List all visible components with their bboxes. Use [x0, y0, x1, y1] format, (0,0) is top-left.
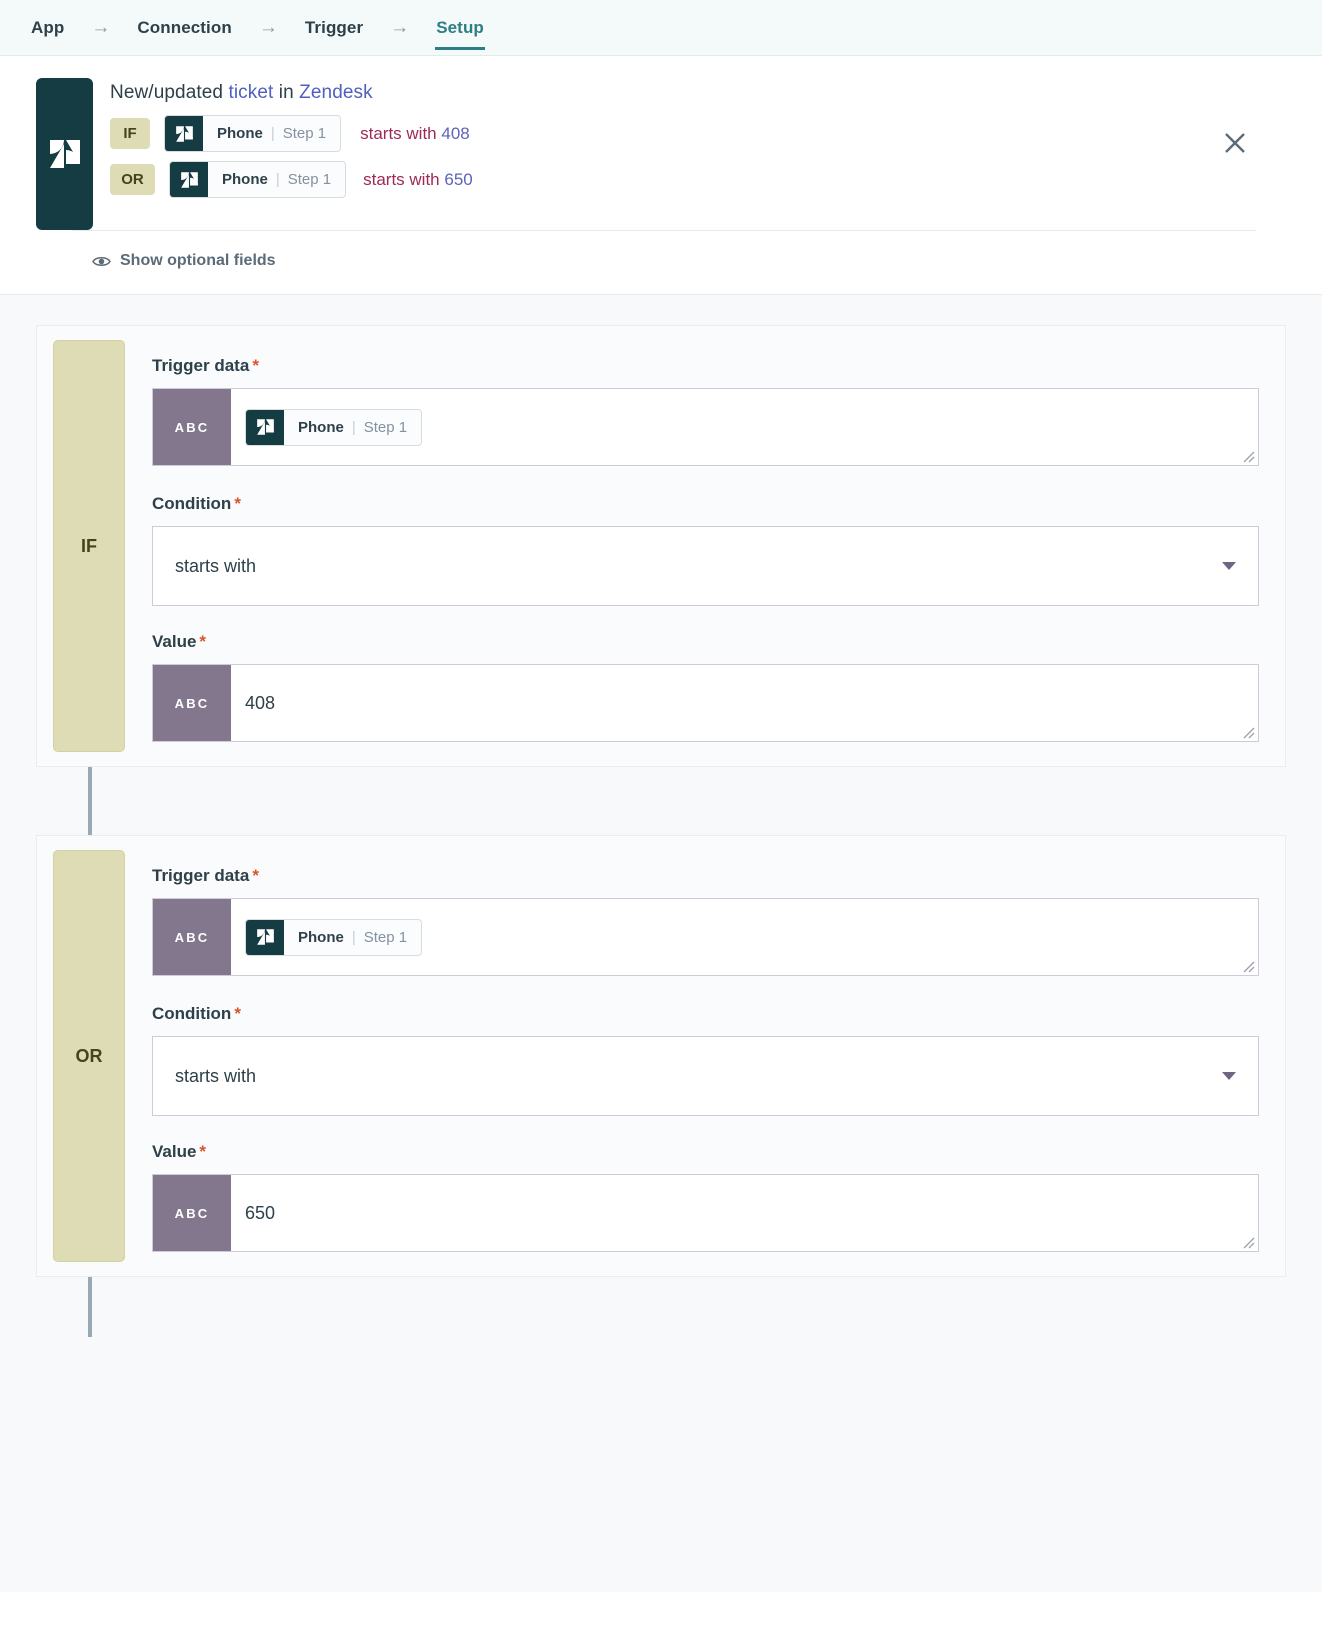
- trigger-data-label-1: Trigger data *: [152, 356, 259, 375]
- resize-grip-icon[interactable]: [1241, 725, 1255, 739]
- condition-select-1[interactable]: starts with: [152, 526, 1259, 606]
- field-token-1[interactable]: Phone | Step 1: [245, 408, 423, 446]
- block-logic-text-or: OR: [75, 1045, 103, 1066]
- header-token-2-field: Phone: [222, 171, 268, 188]
- value-input-1[interactable]: ABC 408: [152, 664, 1259, 742]
- resize-grip-icon[interactable]: [1241, 959, 1255, 973]
- app-icon-zendesk: [36, 78, 93, 230]
- header-condition-row-1: IF Phone | Step 1 starts with 408: [110, 115, 473, 152]
- header-token-1-field: Phone: [217, 125, 263, 142]
- nav-item-trigger[interactable]: Trigger: [304, 0, 364, 56]
- token-separator: |: [275, 171, 280, 188]
- field-token-2-step: Step 1: [363, 928, 408, 946]
- required-star: *: [252, 866, 259, 885]
- close-icon[interactable]: [1222, 130, 1248, 156]
- field-token-1-text: Phone | Step 1: [284, 410, 421, 445]
- show-optional-fields-label[interactable]: Show optional fields: [120, 252, 276, 270]
- block-logic-label-or: OR: [53, 850, 125, 1262]
- required-star: *: [234, 494, 241, 513]
- trigger-title-mid: in: [273, 82, 300, 103]
- condition-block-or: OR Trigger data * ABC Phone | Step 1 Con…: [36, 835, 1286, 1277]
- abc-badge-value-1: ABC: [153, 665, 231, 741]
- trigger-title-link-zendesk[interactable]: Zendesk: [299, 82, 373, 103]
- nav-item-setup[interactable]: Setup: [435, 0, 485, 56]
- field-token-1-field: Phone: [298, 418, 344, 436]
- trigger-title: New/updated ticket in Zendesk: [110, 82, 473, 104]
- show-optional-fields-row[interactable]: Show optional fields: [36, 231, 1292, 294]
- token-separator: |: [270, 125, 275, 142]
- condition-block-if: IF Trigger data * ABC Phone | Step 1 Con…: [36, 325, 1286, 767]
- nav-item-app[interactable]: App: [30, 0, 65, 56]
- condition-select-value-1: starts with: [175, 555, 257, 576]
- block-connector-1: [0, 767, 1322, 835]
- token-separator: |: [351, 928, 356, 946]
- value-input-area-1[interactable]: 408: [231, 665, 1258, 741]
- required-star: *: [234, 1004, 241, 1023]
- abc-badge-trigger-1: ABC: [153, 389, 231, 465]
- field-token-2[interactable]: Phone | Step 1: [245, 918, 423, 956]
- trigger-data-label-2: Trigger data *: [152, 866, 259, 885]
- field-token-2-field: Phone: [298, 928, 344, 946]
- nav-item-connection[interactable]: Connection: [136, 0, 233, 56]
- value-input-area-2[interactable]: 650: [231, 1175, 1258, 1251]
- resize-grip-icon[interactable]: [1241, 449, 1255, 463]
- zendesk-logo-icon-field-1: [246, 409, 284, 445]
- header-token-2-text: Phone | Step 1: [208, 162, 345, 197]
- header-token-1[interactable]: Phone | Step 1: [164, 115, 342, 152]
- block-connector-2: [0, 1277, 1322, 1337]
- value-input-2[interactable]: ABC 650: [152, 1174, 1259, 1252]
- trigger-data-value-2[interactable]: Phone | Step 1: [231, 899, 1258, 975]
- breadcrumb-nav: App → Connection → Trigger → Setup: [0, 0, 1322, 56]
- header-token-1-text: Phone | Step 1: [203, 116, 340, 151]
- token-separator: |: [351, 418, 356, 436]
- header-logic-chip-if: IF: [110, 118, 150, 149]
- trigger-title-link-ticket[interactable]: ticket: [228, 82, 273, 103]
- trigger-data-input-1[interactable]: ABC Phone | Step 1: [152, 388, 1259, 466]
- field-token-2-text: Phone | Step 1: [284, 920, 421, 955]
- zendesk-logo-icon-token-2: [170, 162, 208, 197]
- header-condition-row-2: OR Phone | Step 1 starts with 650: [110, 161, 473, 198]
- nav-arrow-icon-1: →: [91, 17, 111, 38]
- abc-badge-trigger-2: ABC: [153, 899, 231, 975]
- header-token-2[interactable]: Phone | Step 1: [169, 161, 347, 198]
- chevron-down-icon[interactable]: [1222, 562, 1236, 570]
- zendesk-logo-icon-token-1: [165, 116, 203, 151]
- block-logic-text-if: IF: [81, 535, 97, 556]
- header-value-1: 408: [441, 123, 470, 143]
- trigger-data-value-1[interactable]: Phone | Step 1: [231, 389, 1258, 465]
- required-star: *: [199, 1142, 207, 1161]
- trigger-title-prefix: New/updated: [110, 82, 229, 103]
- condition-select-value-2: starts with: [175, 1065, 257, 1086]
- header-value-2: 650: [444, 169, 473, 189]
- field-token-1-step: Step 1: [363, 418, 408, 436]
- condition-select-2[interactable]: starts with: [152, 1036, 1259, 1116]
- header-condition-text-2: starts with 650: [363, 170, 473, 190]
- conditions-canvas: IF Trigger data * ABC Phone | Step 1 Con…: [0, 295, 1322, 1592]
- header-operator-1: starts with: [360, 123, 437, 143]
- value-label-1: Value *: [152, 632, 207, 651]
- abc-badge-value-2: ABC: [153, 1175, 231, 1251]
- required-star: *: [252, 356, 259, 375]
- eye-icon: [92, 255, 111, 268]
- chevron-down-icon[interactable]: [1222, 1072, 1236, 1080]
- header-condition-text-1: starts with 408: [360, 124, 470, 144]
- required-star: *: [199, 632, 207, 651]
- value-input-text-1: 408: [245, 692, 276, 713]
- value-input-text-2: 650: [245, 1202, 276, 1223]
- trigger-data-input-2[interactable]: ABC Phone | Step 1: [152, 898, 1259, 976]
- resize-grip-icon[interactable]: [1241, 1235, 1255, 1249]
- header-logic-chip-or: OR: [110, 164, 155, 195]
- value-label-2: Value *: [152, 1142, 207, 1161]
- header-operator-2: starts with: [363, 169, 440, 189]
- zendesk-logo-icon-field-2: [246, 919, 284, 955]
- condition-label-1: Condition *: [152, 494, 241, 513]
- trigger-header: New/updated ticket in Zendesk IF Phone |…: [0, 56, 1322, 295]
- block-logic-label-if: IF: [53, 340, 125, 752]
- header-token-2-step: Step 1: [287, 171, 332, 188]
- header-token-1-step: Step 1: [282, 125, 327, 142]
- condition-label-2: Condition *: [152, 1004, 241, 1023]
- nav-arrow-icon-3: →: [390, 17, 410, 38]
- nav-arrow-icon-2: →: [258, 17, 278, 38]
- zendesk-logo-icon: [49, 140, 80, 168]
